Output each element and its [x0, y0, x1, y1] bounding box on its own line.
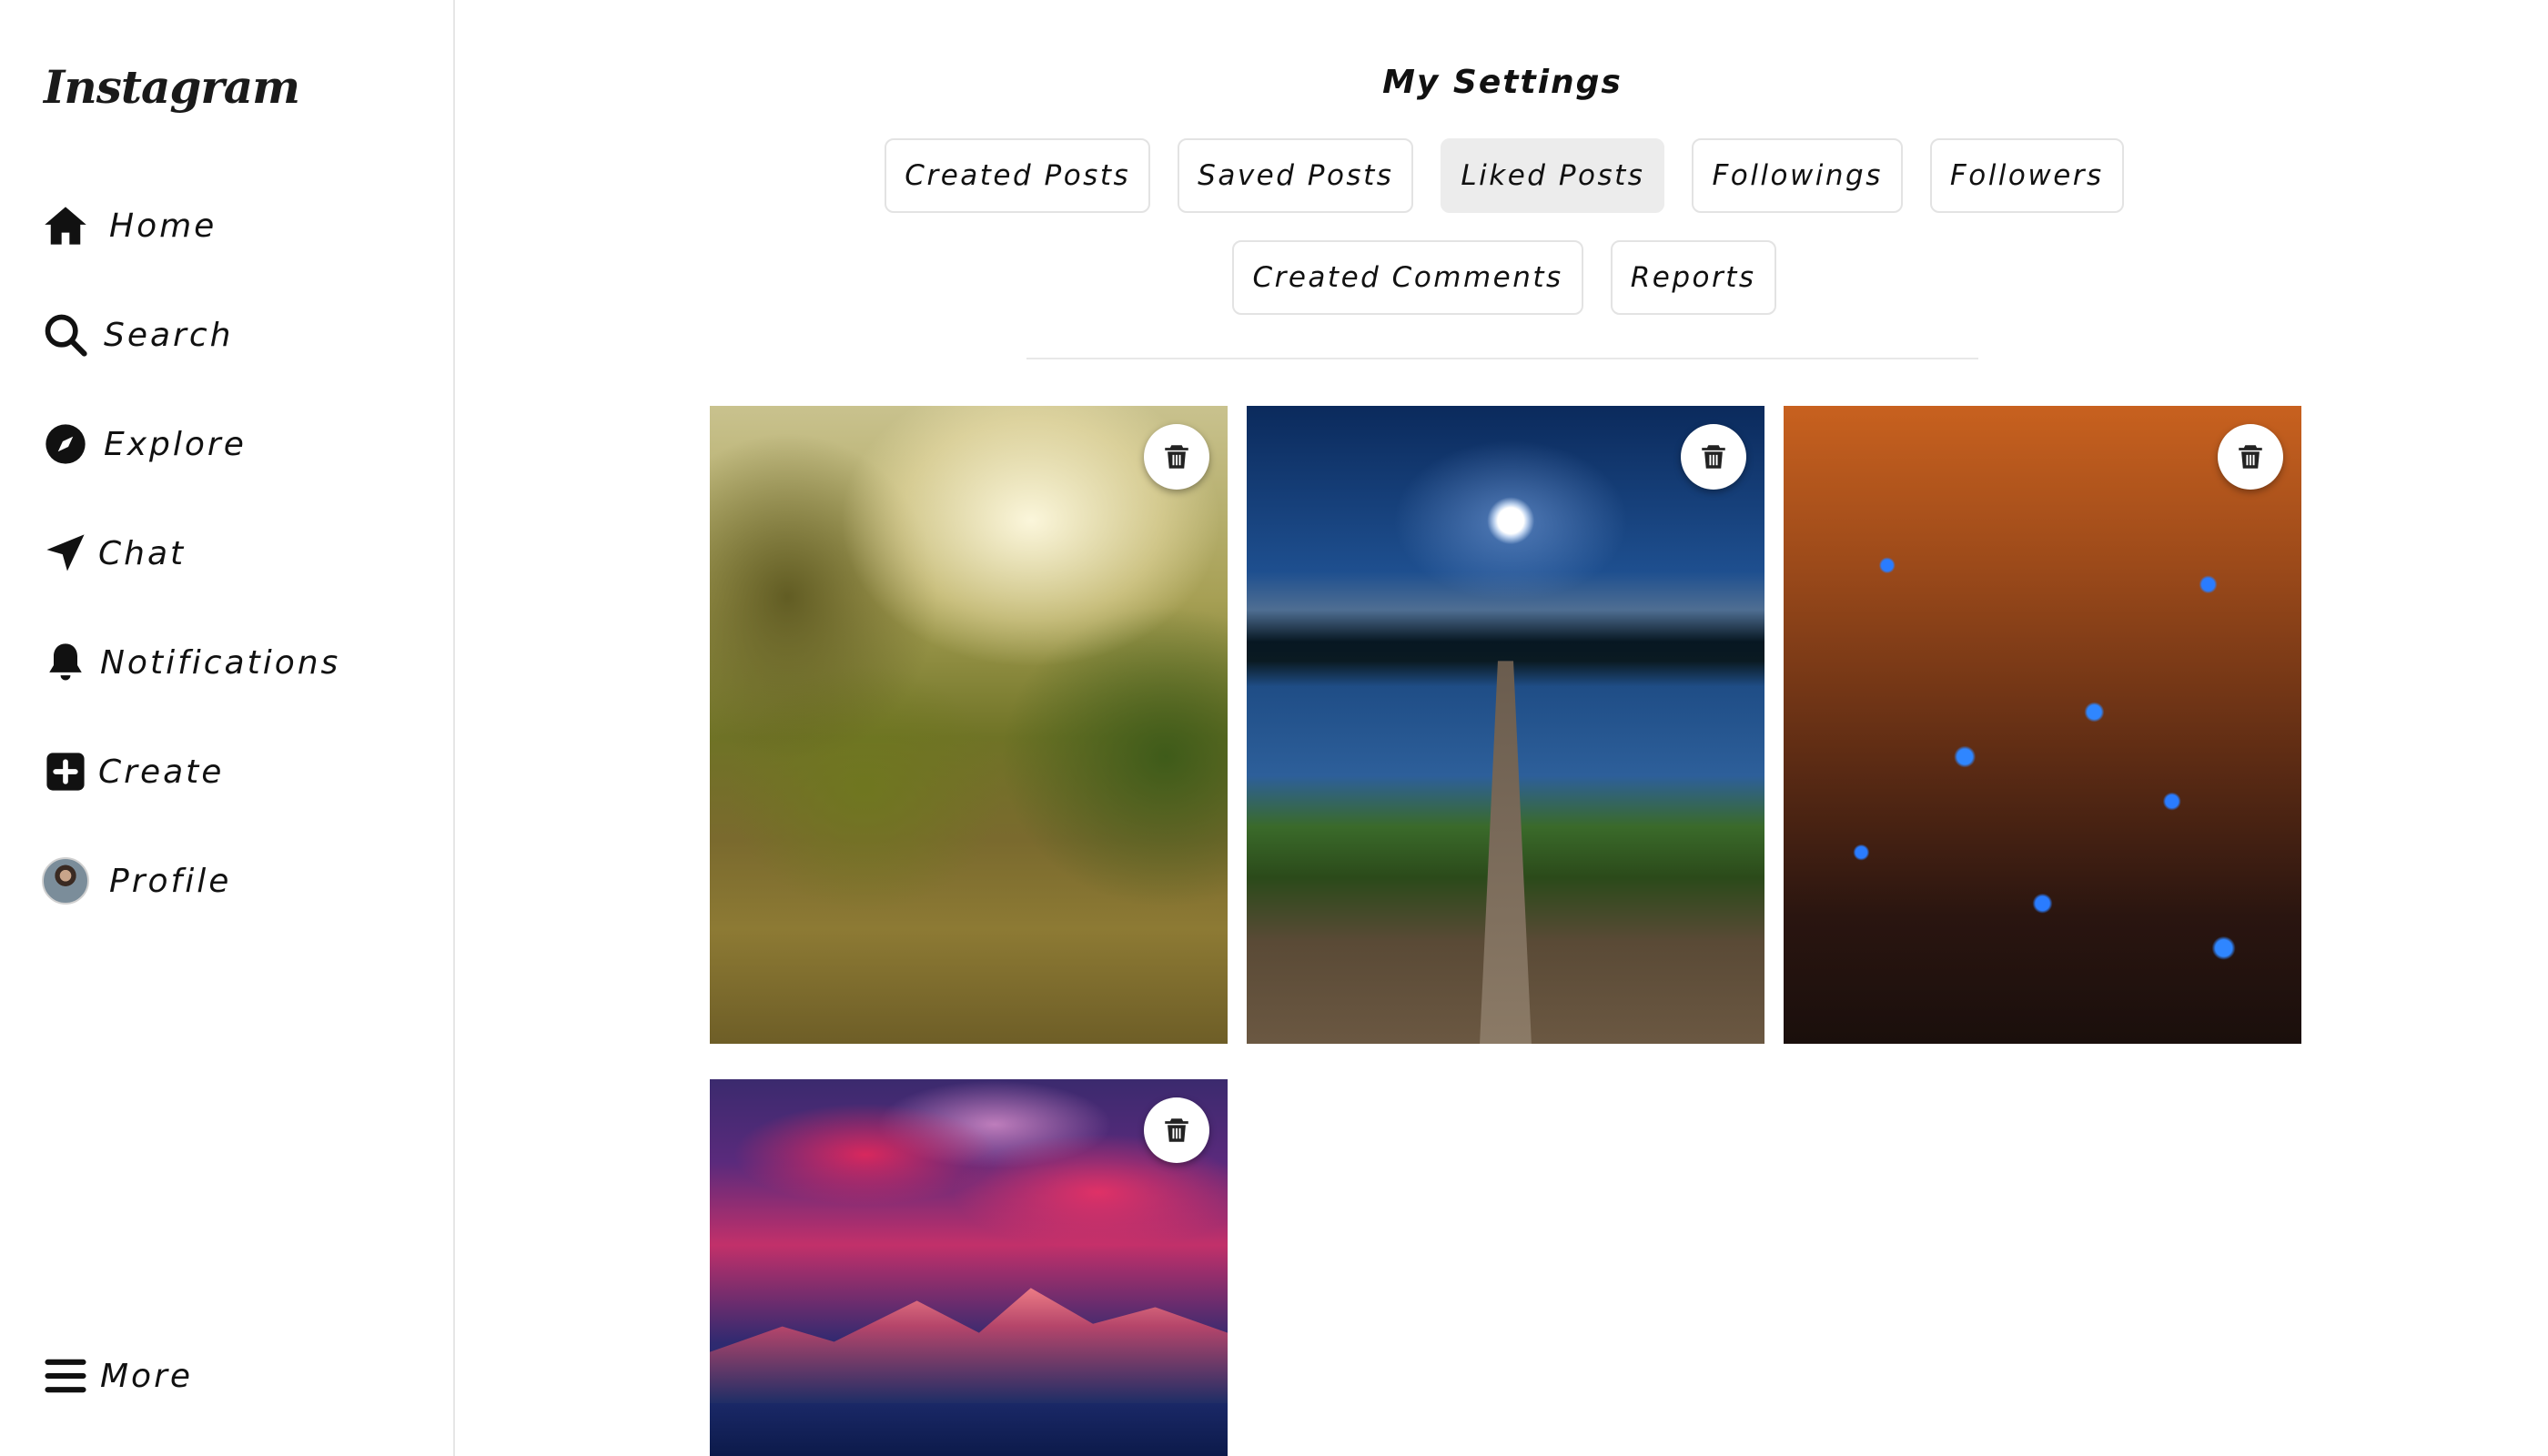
post-tile[interactable]: [1784, 406, 2301, 1044]
sidebar-item-chat[interactable]: Chat: [42, 517, 424, 590]
post-image: [1784, 406, 2301, 1044]
pier-shape: [1480, 661, 1532, 1044]
send-icon: [42, 528, 93, 579]
delete-button[interactable]: [1144, 424, 1209, 490]
sidebar-item-label: Home: [109, 207, 217, 245]
avatar: [42, 857, 89, 905]
tab-followers[interactable]: Followers: [1929, 138, 2124, 213]
sidebar-item-create[interactable]: Create: [42, 735, 424, 808]
post-tile[interactable]: [710, 406, 1228, 1044]
sidebar-item-label: Search: [104, 316, 234, 354]
trash-icon: [1165, 1118, 1188, 1142]
sidebar-item-label: Notifications: [100, 643, 341, 682]
sidebar-item-explore[interactable]: Explore: [42, 408, 424, 480]
delete-button[interactable]: [2218, 424, 2283, 490]
sidebar-item-search[interactable]: Search: [42, 298, 424, 371]
search-icon: [42, 309, 93, 360]
sidebar-item-home[interactable]: Home: [42, 189, 424, 262]
delete-button[interactable]: [1681, 424, 1746, 490]
plus-square-icon: [42, 746, 93, 797]
compass-icon: [42, 419, 93, 470]
tab-saved-posts[interactable]: Saved Posts: [1178, 138, 1414, 213]
post-image: [710, 406, 1228, 1044]
mountain-shape: [710, 1288, 1228, 1404]
page-title: My Settings: [1382, 64, 1623, 101]
divider: [1026, 358, 1978, 359]
hamburger-icon: [42, 1350, 93, 1401]
delete-button[interactable]: [1144, 1097, 1209, 1163]
main-content: My Settings Created Posts Saved Posts Li…: [457, 0, 2548, 1456]
tab-created-posts[interactable]: Created Posts: [885, 138, 1151, 213]
trash-icon: [2239, 445, 2262, 469]
tab-created-comments[interactable]: Created Comments: [1232, 240, 1583, 315]
trash-icon: [1165, 445, 1188, 469]
post-tile[interactable]: [710, 1079, 1228, 1456]
sidebar-item-more[interactable]: More: [42, 1340, 424, 1412]
post-tile[interactable]: [1247, 406, 1764, 1044]
sidebar-item-label: Profile: [109, 862, 232, 900]
sidebar-item-label: More: [100, 1357, 194, 1395]
sidebar-item-profile[interactable]: Profile: [42, 844, 424, 917]
sidebar-item-label: Explore: [104, 425, 247, 463]
home-icon: [42, 200, 93, 251]
bell-icon: [42, 637, 93, 688]
app: Instagram Home Search Explore Chat Notif…: [0, 0, 2548, 1456]
trash-icon: [1702, 445, 1725, 469]
sidebar-item-label: Chat: [98, 534, 187, 572]
sidebar: Instagram Home Search Explore Chat Notif…: [0, 0, 455, 1456]
tab-reports[interactable]: Reports: [1610, 240, 1776, 315]
tab-liked-posts[interactable]: Liked Posts: [1441, 138, 1665, 213]
sidebar-item-notifications[interactable]: Notifications: [42, 626, 424, 699]
instagram-logo[interactable]: Instagram: [44, 60, 300, 114]
sidebar-item-label: Create: [98, 753, 225, 791]
tab-followings[interactable]: Followings: [1692, 138, 1903, 213]
post-image: [1247, 406, 1764, 1044]
settings-tabs: Created Posts Saved Posts Liked Posts Fo…: [735, 138, 2273, 315]
avatar-wrapper: [42, 855, 93, 906]
